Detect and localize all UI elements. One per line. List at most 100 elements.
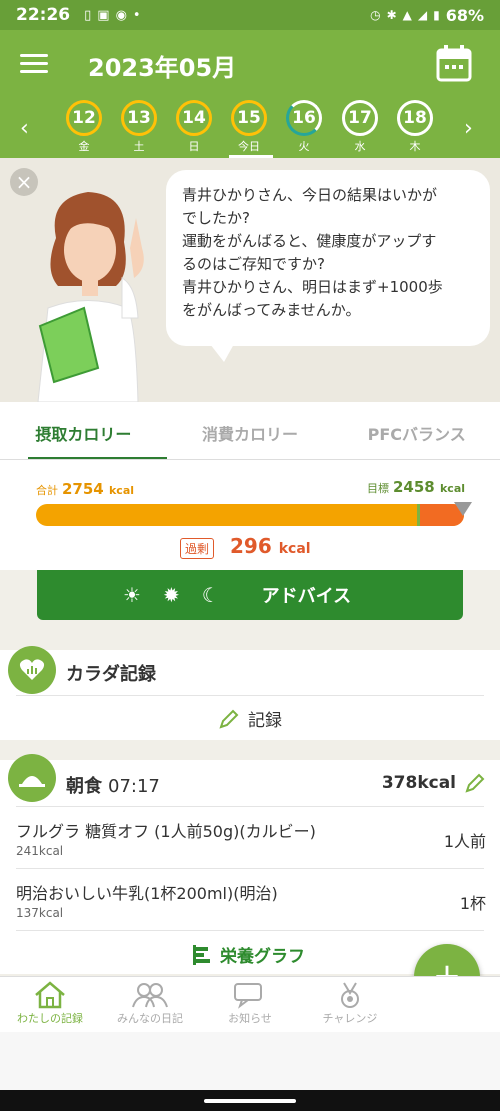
battery-icon: ▮ <box>433 8 440 22</box>
breakfast-card: 朝食 07:17 378kcal フルグラ 糖質オフ (1人前50g)(カルビー)… <box>0 754 500 974</box>
menu-icon[interactable] <box>20 54 48 76</box>
divider <box>16 930 484 931</box>
nutrition-graph-label: 栄養グラフ <box>220 947 305 967</box>
battery-percent: 68% <box>445 5 484 25</box>
day-12[interactable]: 12 金 <box>64 100 104 154</box>
food-name: 明治おいしい牛乳(1杯200ml)(明治) <box>16 884 278 903</box>
coach-message-line: 青井ひかりさん、今日の結果はいかが <box>182 186 438 204</box>
advice-button[interactable]: ☀ ✹ ☾ アドバイス <box>37 570 463 620</box>
dot-icon: • <box>132 7 141 23</box>
food-kcal: 137kcal <box>16 906 64 920</box>
day-16[interactable]: 16 火 <box>284 100 324 154</box>
over-unit: kcal <box>278 541 311 557</box>
meal-name: 朝食 <box>66 776 102 797</box>
target-calories: 目標 2458 kcal <box>367 478 465 496</box>
day-13[interactable]: 13 土 <box>119 100 159 154</box>
food-item[interactable]: フルグラ 糖質オフ (1人前50g)(カルビー) 241kcal 1人前 <box>16 818 486 858</box>
coach-speech-bubble: 青井ひかりさん、今日の結果はいかが でしたか? 運動をがんばると、健康度がアップ… <box>166 170 490 346</box>
total-label: 合計 <box>36 484 58 497</box>
divider <box>16 806 484 807</box>
signal-icon: ◢ <box>417 8 428 22</box>
over-calories: 296 kcal <box>230 534 311 558</box>
body-record-title: カラダ記録 <box>66 664 156 685</box>
sunrise-meal-icon <box>8 754 56 802</box>
bubble-tail <box>210 344 234 362</box>
home-icon <box>35 981 65 1009</box>
coach-message-line: をがんばってみませんか。 <box>182 301 361 319</box>
calorie-progress-bar <box>36 504 464 526</box>
app-bar: 2023年05月 ‹ › 12 金 13 土 14 日 15 今日 16 火 17 水 18… <box>0 30 500 158</box>
tab-intake-calories[interactable]: 摂取カロリー <box>0 402 167 460</box>
body-record-button[interactable]: 記録 <box>218 706 282 731</box>
meal-kcal[interactable]: 378kcal <box>382 772 486 794</box>
prev-week-icon[interactable]: ‹ <box>20 116 29 141</box>
status-time: 22:26 <box>16 5 71 25</box>
over-value: 296 <box>230 534 272 558</box>
status-bar: 22:26 ▯ ▣ ◉ • ◷ ✱ ▲ ◢ ▮ 68% <box>0 0 500 30</box>
over-badge: 過剰 <box>180 538 215 559</box>
record-label: 記録 <box>248 711 282 731</box>
target-label: 目標 <box>367 482 389 495</box>
tab-burned-calories[interactable]: 消費カロリー <box>167 402 334 460</box>
people-icon <box>132 983 168 1008</box>
nav-challenge-label: チャレンジ <box>322 1012 378 1025</box>
meal-title: 朝食 07:17 <box>66 772 160 798</box>
app-icon: ▣ <box>97 7 110 23</box>
system-nav-bar <box>0 1090 500 1111</box>
divider <box>16 695 484 696</box>
bottom-spacer <box>0 1032 500 1090</box>
target-unit: kcal <box>439 482 466 495</box>
nav-diary[interactable]: みんなの日記 <box>100 977 200 1026</box>
coach-message-line: 運動をがんばると、健康度がアップす <box>182 232 437 250</box>
food-item[interactable]: 明治おいしい牛乳(1杯200ml)(明治) 137kcal 1杯 <box>16 880 486 920</box>
wifi-icon: ▲ <box>402 8 412 22</box>
nav-news-label: お知らせ <box>228 1012 272 1025</box>
heart-chart-icon <box>8 646 56 694</box>
close-coach-icon[interactable]: × <box>10 168 38 196</box>
food-qty: 1人前 <box>443 832 486 851</box>
nutrition-graph-link[interactable]: 栄養グラフ <box>192 942 305 967</box>
divider <box>16 868 484 869</box>
system-icons: ◷ ✱ ▲ ◢ ▮ 68% <box>370 6 484 25</box>
chat-icon <box>234 983 262 1009</box>
coach-panel: × 青井ひかりさん、今日の結果はいかが でしたか? 運動をがんばると、健康度がア… <box>0 158 500 402</box>
calorie-summary: 合計 2754 kcal 目標 2458 kcal 過剰 296 kcal <box>0 460 500 570</box>
bottom-navigation: わたしの記録 みんなの日記 お知らせ チャレンジ <box>0 976 500 1032</box>
nav-news[interactable]: お知らせ <box>200 977 300 1026</box>
bluetooth-icon: ✱ <box>386 8 397 22</box>
nav-my-record-label: わたしの記録 <box>17 1012 83 1025</box>
coach-message-line: るのはご存知ですか? <box>182 255 325 273</box>
bar-end-marker <box>454 502 472 516</box>
day-17[interactable]: 17 水 <box>340 100 380 154</box>
day-15-today[interactable]: 15 今日 <box>229 100 269 158</box>
moon-icon: ☾ <box>201 583 220 607</box>
calendar-icon[interactable] <box>436 44 472 82</box>
pencil-icon <box>219 709 239 729</box>
target-value: 2458 <box>393 478 435 496</box>
alarm-icon: ◷ <box>370 8 381 22</box>
next-week-icon[interactable]: › <box>464 116 473 141</box>
meal-kcal-value: 378kcal <box>381 773 456 793</box>
day-selector: 12 金 13 土 14 日 15 今日 16 火 17 水 18 木 <box>64 100 444 156</box>
sun-icon: ✹ <box>162 583 180 607</box>
total-unit: kcal <box>108 484 135 497</box>
nav-challenge[interactable]: チャレンジ <box>300 977 400 1026</box>
advice-label: アドバイス <box>261 586 352 607</box>
meal-time: 07:17 <box>108 776 160 797</box>
medal-icon <box>341 982 359 1008</box>
home-gesture-pill[interactable] <box>204 1099 296 1103</box>
calorie-tabs: 摂取カロリー 消費カロリー PFCバランス <box>0 402 500 460</box>
target-marker <box>417 504 420 526</box>
day-14[interactable]: 14 日 <box>174 100 214 154</box>
coach-illustration <box>37 192 144 402</box>
notification-icons: ▯ ▣ ◉ • <box>84 8 140 23</box>
coach-message-line: でしたか? <box>182 209 250 227</box>
day-18[interactable]: 18 木 <box>395 100 435 154</box>
sunrise-icon: ☀ <box>123 583 141 607</box>
food-qty: 1杯 <box>459 894 486 913</box>
nav-my-record[interactable]: わたしの記録 <box>0 977 100 1026</box>
tab-pfc-balance[interactable]: PFCバランス <box>333 402 500 460</box>
total-calories: 合計 2754 kcal <box>36 480 134 498</box>
coach-message-line: 青井ひかりさん、明日はまず+1000歩 <box>182 278 443 296</box>
food-name: フルグラ 糖質オフ (1人前50g)(カルビー) <box>16 822 316 841</box>
